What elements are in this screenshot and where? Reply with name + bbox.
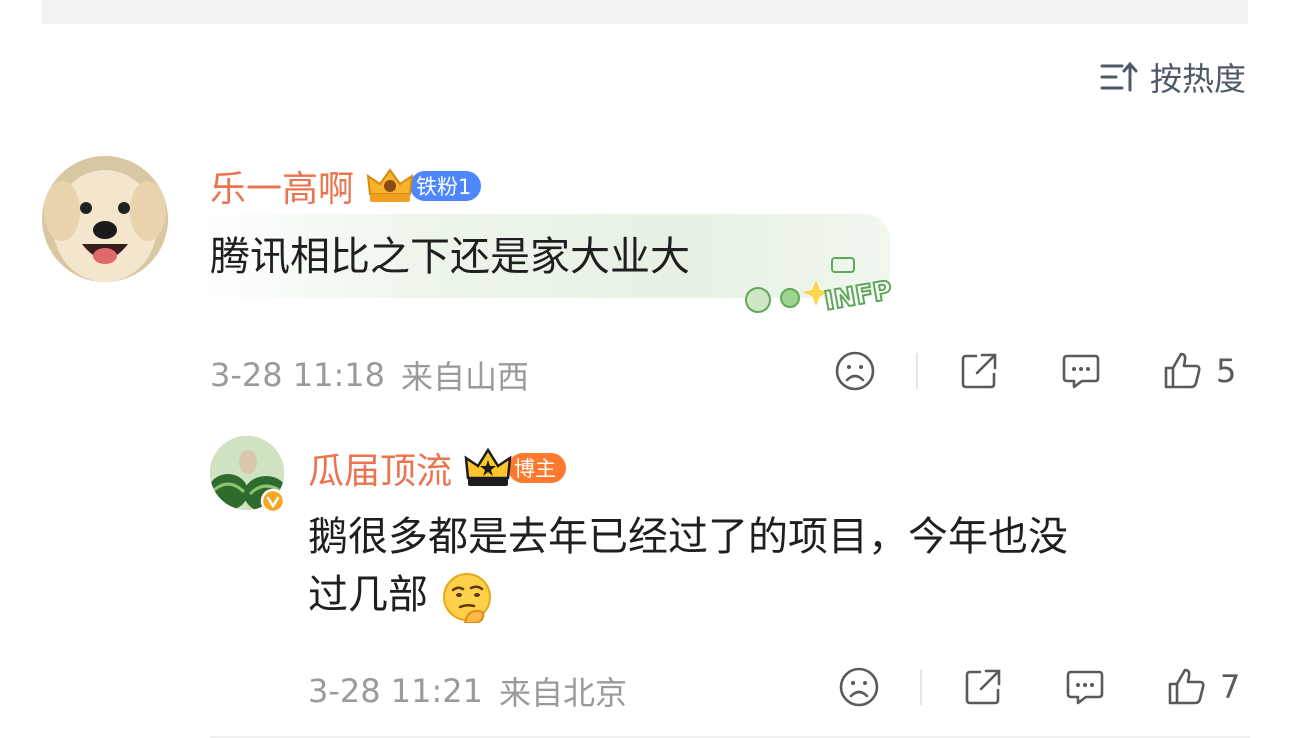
avatar[interactable]	[42, 156, 168, 282]
like-button[interactable]: 7	[1166, 666, 1240, 708]
comment-icon[interactable]	[1060, 350, 1102, 392]
fan-level-badge: 铁粉1	[410, 171, 482, 201]
thinking-face-emoji-icon	[442, 573, 491, 623]
share-icon[interactable]	[962, 666, 1004, 708]
comment-icon[interactable]	[1064, 666, 1106, 708]
sort-label: 按热度	[1149, 60, 1246, 98]
comment-text-line-1: 鹅很多都是去年已经过了的项目，今年也没	[308, 514, 1068, 560]
comment-time: 3-28 11:21	[308, 672, 484, 710]
sort-by-hot-button[interactable]: 按热度	[1100, 56, 1246, 98]
like-count: 5	[1216, 352, 1237, 390]
share-icon[interactable]	[958, 350, 1000, 392]
username[interactable]: 瓜届顶流	[308, 442, 452, 494]
action-divider	[920, 669, 922, 705]
thumbs-up-icon	[1164, 352, 1201, 389]
comment-location: 来自山西	[401, 358, 530, 396]
dislike-icon[interactable]	[838, 666, 880, 708]
like-count: 7	[1220, 668, 1241, 706]
blogger-badge: 博主	[508, 453, 567, 483]
fan-crown-icon	[366, 168, 414, 202]
infp-label: INFP	[822, 276, 894, 317]
action-divider	[916, 353, 918, 389]
comment-time: 3-28 11:18	[210, 356, 386, 394]
infp-sticker: INFP	[745, 257, 896, 318]
comment-text: 鹅很多都是去年已经过了的项目，今年也没 过几部	[308, 508, 1068, 624]
verified-badge-icon	[260, 488, 286, 514]
previous-section-strip	[42, 0, 1248, 24]
like-button[interactable]: 5	[1162, 350, 1236, 392]
username[interactable]: 乐一高啊	[210, 160, 354, 212]
comment-text-line-2: 过几部	[308, 566, 1068, 624]
blogger-crown-icon	[464, 447, 512, 486]
comment-location: 来自北京	[499, 674, 628, 712]
comment-text: 腾讯相比之下还是家大业大	[210, 234, 690, 280]
dog-avatar-image	[42, 156, 168, 282]
thumbs-up-icon	[1168, 668, 1205, 705]
dislike-icon[interactable]	[834, 350, 876, 392]
sort-icon	[1100, 61, 1138, 92]
